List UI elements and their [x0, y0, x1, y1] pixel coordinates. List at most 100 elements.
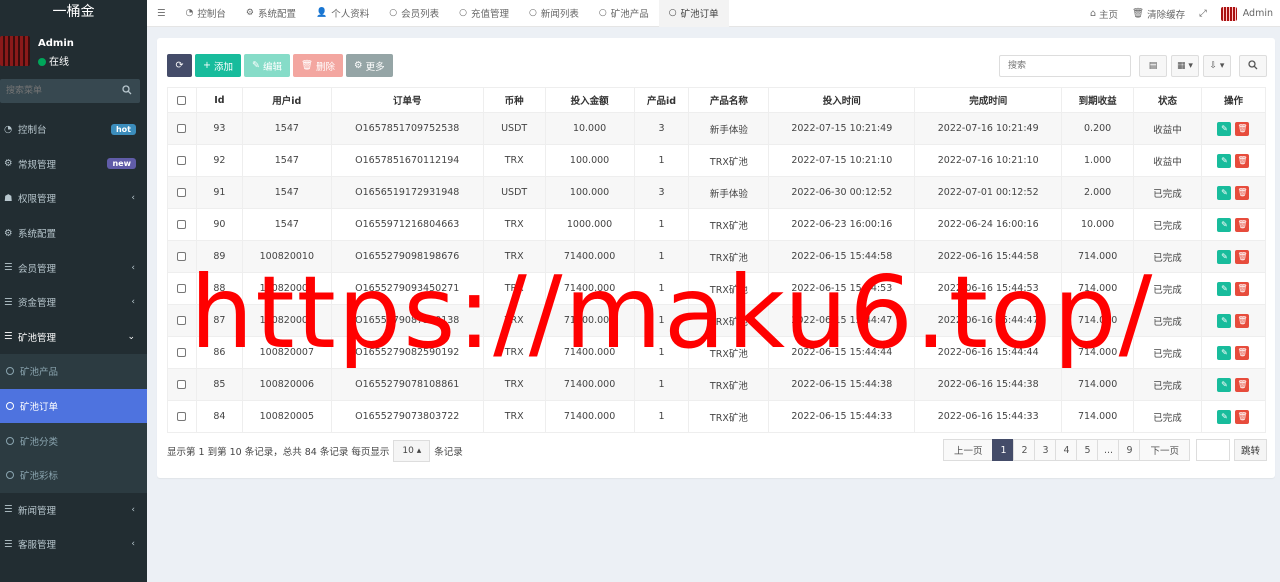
row-delete-button[interactable]: 🗑: [1235, 313, 1250, 328]
row-delete-button[interactable]: 🗑: [1235, 281, 1250, 296]
row-edit-button[interactable]: ✎: [1217, 409, 1232, 424]
tab-dashboard[interactable]: ◔ 控制台: [176, 0, 236, 27]
row-edit-button[interactable]: ✎: [1217, 249, 1232, 264]
column-header[interactable]: 到期收益: [1061, 87, 1135, 113]
select-all-checkbox[interactable]: [177, 95, 187, 105]
columns-button[interactable]: ▦ ▾: [1171, 55, 1199, 77]
page-size-select[interactable]: 10 ▴: [393, 440, 431, 462]
column-header[interactable]: 投入金额: [544, 87, 635, 113]
tab-pool-products[interactable]: ○ 矿池产品: [589, 0, 659, 27]
page-button-1[interactable]: 1: [992, 439, 1015, 461]
sidebar-item-support[interactable]: ☰ 客服管理 ‹: [0, 527, 147, 562]
table-cell: O1655279093450271: [330, 272, 484, 305]
sidebar-item-general[interactable]: ⚙ 常规管理 new: [0, 147, 147, 182]
column-header[interactable]: 产品名称: [688, 87, 770, 113]
more-button[interactable]: ⚙ 更多: [346, 54, 393, 77]
fullscreen-icon: ⤢: [1199, 8, 1207, 19]
row-delete-button[interactable]: 🗑: [1235, 345, 1250, 360]
brand-logo[interactable]: 一桶金: [0, 0, 147, 24]
row-checkbox[interactable]: [177, 124, 187, 133]
delete-label: 删除: [316, 61, 336, 73]
row-checkbox[interactable]: [177, 188, 187, 197]
row-delete-button[interactable]: 🗑: [1235, 185, 1250, 200]
row-checkbox[interactable]: [177, 348, 187, 357]
column-header[interactable]: 状态: [1133, 87, 1202, 113]
sidebar-item-dashboard[interactable]: ◔ 控制台 hot: [0, 112, 147, 147]
row-edit-button[interactable]: ✎: [1217, 345, 1232, 360]
sidebar-subitem-pool-labels[interactable]: 矿池彩标: [0, 458, 147, 493]
row-delete-button[interactable]: 🗑: [1235, 217, 1250, 232]
row-checkbox[interactable]: [177, 252, 187, 261]
row-checkbox[interactable]: [177, 156, 187, 165]
row-checkbox[interactable]: [177, 380, 187, 389]
sidebar-subitem-pool-products[interactable]: 矿池产品: [0, 354, 147, 389]
page-button-2[interactable]: 2: [1013, 439, 1036, 461]
column-header[interactable]: Id: [195, 87, 243, 113]
tab-member-list[interactable]: ○ 会员列表: [379, 0, 449, 27]
sidebar-item-news[interactable]: ☰ 新闻管理 ‹: [0, 493, 147, 528]
table-cell: 1547: [241, 176, 332, 209]
row-edit-button[interactable]: ✎: [1217, 377, 1232, 392]
column-header[interactable]: 完成时间: [914, 87, 1063, 113]
row-edit-button[interactable]: ✎: [1217, 217, 1232, 232]
next-page-button[interactable]: 下一页: [1139, 439, 1190, 461]
page-button-9[interactable]: 9: [1118, 439, 1141, 461]
page-button-3[interactable]: 3: [1034, 439, 1057, 461]
column-header[interactable]: 用户id: [241, 87, 332, 113]
page-button-4[interactable]: 4: [1055, 439, 1078, 461]
row-edit-button[interactable]: ✎: [1217, 185, 1232, 200]
row-edit-button[interactable]: ✎: [1217, 121, 1232, 136]
sidebar-subitem-pool-categories[interactable]: 矿池分类: [0, 423, 147, 458]
toggle-view-button[interactable]: ▤: [1139, 55, 1167, 77]
column-header[interactable]: 投入时间: [768, 87, 916, 113]
pencil-icon: ✎: [1221, 380, 1228, 389]
sidebar-toggle[interactable]: ☰: [147, 0, 176, 27]
add-button[interactable]: + 添加: [195, 54, 241, 77]
row-delete-button[interactable]: 🗑: [1235, 409, 1250, 424]
sidebar-subitem-pool-orders[interactable]: 矿池订单: [0, 388, 147, 424]
row-edit-button[interactable]: ✎: [1217, 281, 1232, 296]
tab-profile[interactable]: 👤 个人资料: [306, 0, 379, 27]
tab-pool-orders[interactable]: ○ 矿池订单: [658, 0, 729, 27]
home-link[interactable]: ⌂ 主页: [1083, 7, 1125, 21]
row-checkbox[interactable]: [177, 284, 187, 293]
sidebar-item-funds[interactable]: ☰ 资金管理 ‹: [0, 285, 147, 320]
tab-recharge[interactable]: ○ 充值管理: [449, 0, 519, 27]
menu-search-input[interactable]: [0, 79, 112, 103]
column-header[interactable]: 币种: [482, 87, 546, 113]
fullscreen-button[interactable]: ⤢: [1192, 8, 1214, 19]
column-header[interactable]: 产品id: [633, 87, 690, 113]
row-delete-button[interactable]: 🗑: [1235, 153, 1250, 168]
row-checkbox[interactable]: [177, 412, 187, 421]
sidebar-item-permission[interactable]: ☗ 权限管理 ‹: [0, 181, 147, 216]
tab-news-list[interactable]: ○ 新闻列表: [519, 0, 589, 27]
jump-button[interactable]: 跳转: [1233, 439, 1267, 461]
row-delete-button[interactable]: 🗑: [1235, 121, 1250, 136]
sidebar-item-members[interactable]: ☰ 会员管理 ‹: [0, 250, 147, 285]
row-edit-button[interactable]: ✎: [1217, 313, 1232, 328]
row-delete-button[interactable]: 🗑: [1235, 249, 1250, 264]
user-menu[interactable]: Admin: [1214, 6, 1280, 21]
clear-cache-button[interactable]: 🗑 清除缓存: [1125, 7, 1192, 21]
prev-page-button[interactable]: 上一页: [942, 439, 994, 461]
sidebar-item-system-config[interactable]: ⚙ 系统配置: [0, 216, 147, 251]
delete-button[interactable]: 🗑 删除: [292, 54, 344, 77]
circle-icon: ○: [668, 8, 677, 18]
row-delete-button[interactable]: 🗑: [1235, 377, 1250, 392]
row-edit-button[interactable]: ✎: [1217, 153, 1232, 168]
page-button-5[interactable]: 5: [1076, 439, 1099, 461]
sidebar-item-mining-pool[interactable]: ☰ 矿池管理 ⌄: [0, 320, 147, 355]
jump-page-input[interactable]: [1195, 439, 1230, 461]
table-cell: 1: [633, 304, 690, 337]
tab-system-config[interactable]: ⚙ 系统配置: [236, 0, 306, 27]
row-checkbox[interactable]: [177, 220, 187, 229]
edit-button[interactable]: ✎ 编辑: [243, 54, 290, 77]
export-button[interactable]: ⇩ ▾: [1203, 55, 1231, 77]
table-search-input[interactable]: [999, 55, 1131, 77]
refresh-button[interactable]: ⟳: [167, 54, 192, 77]
column-header[interactable]: 订单号: [330, 87, 484, 113]
table-cell: 714.000: [1061, 336, 1135, 369]
row-checkbox[interactable]: [177, 316, 187, 325]
search-icon[interactable]: [122, 85, 132, 98]
advanced-search-button[interactable]: [1239, 55, 1267, 77]
